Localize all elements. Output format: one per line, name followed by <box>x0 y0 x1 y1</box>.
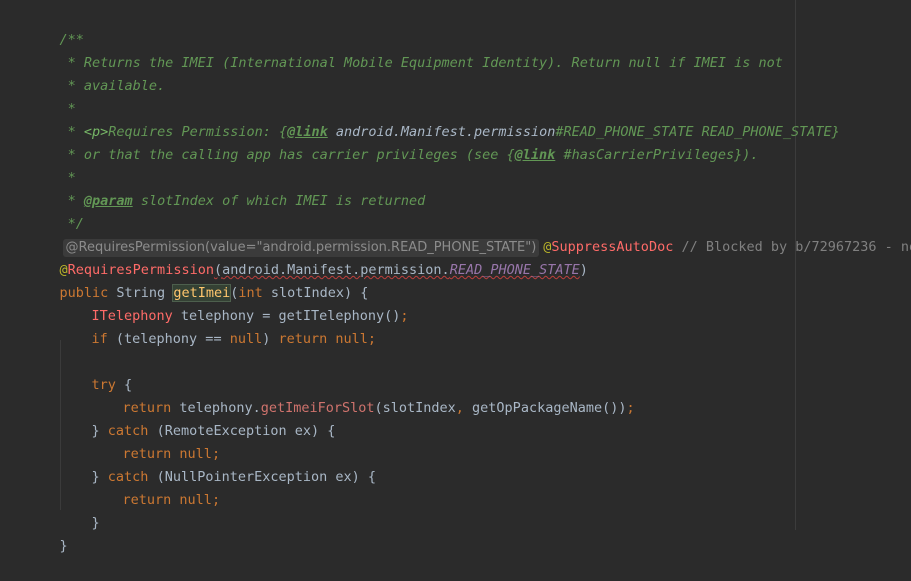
code-token: ) <box>579 262 588 278</box>
code-token: getOpPackageName()) <box>472 400 627 416</box>
code-token: ) <box>262 331 279 347</box>
doc-comment-text: * Returns the IMEI (International Mobile… <box>59 55 783 71</box>
keyword: return <box>278 331 336 347</box>
keyword: null <box>179 492 212 508</box>
code-token: (telephony == <box>115 331 230 347</box>
code-line-3[interactable]: * available. <box>27 52 166 94</box>
code-line-23[interactable]: } <box>27 512 68 554</box>
code-line-1[interactable]: /** <box>27 6 84 48</box>
code-token: ; <box>211 492 221 508</box>
code-token: (slotIndex <box>374 400 456 416</box>
keyword: if <box>91 331 116 347</box>
code-line-6[interactable]: * or that the calling app has carrier pr… <box>27 121 759 163</box>
code-editor[interactable]: /** * Returns the IMEI (International Mo… <box>0 0 911 554</box>
code-token: } <box>59 538 68 554</box>
code-line-5[interactable]: * <p>Requires Permission: {@link android… <box>27 98 840 140</box>
line-comment: // Blocked by b/72967236 - no s <box>673 239 911 255</box>
code-line-7[interactable]: * <box>27 144 76 186</box>
code-line-4[interactable]: * <box>27 75 76 117</box>
code-line-14[interactable]: if (telephony == null) return null; <box>59 305 377 347</box>
keyword: return <box>122 492 180 508</box>
code-line-22[interactable]: } <box>59 489 100 531</box>
code-line-11[interactable]: @RequiresPermission(android.Manifest.per… <box>27 236 588 278</box>
code-line-9[interactable]: */ <box>27 190 84 232</box>
code-token: } <box>91 515 100 531</box>
code-line-8[interactable]: * @param slotIndex of which IMEI is retu… <box>27 167 426 209</box>
code-token: , <box>455 400 473 416</box>
code-line-18[interactable]: } catch (RemoteException ex) { <box>59 397 336 439</box>
constant-reference[interactable]: READ_PHONE_STATE <box>450 262 580 278</box>
doc-link-tag[interactable]: @link <box>515 147 556 163</box>
doc-comment-text: * or that the calling app has carrier pr… <box>59 147 515 163</box>
keyword: null <box>335 331 368 347</box>
code-line-20[interactable]: } catch (NullPointerException ex) { <box>59 443 377 485</box>
doc-comment-text: #hasCarrierPrivileges}). <box>555 147 759 163</box>
code-line-13[interactable]: ITelephony telephony = getITelephony(); <box>59 282 409 324</box>
code-token: ; <box>626 400 635 416</box>
keyword: null <box>229 331 263 347</box>
code-token: ; <box>367 331 377 347</box>
right-margin-guide <box>795 0 796 530</box>
code-line-10[interactable]: @RequiresPermission(value="android.permi… <box>30 213 911 257</box>
doc-param-tag: @param <box>83 193 133 209</box>
code-line-19[interactable]: return null; <box>90 420 221 462</box>
code-line-12[interactable]: public String getImei(int slotIndex) { <box>27 259 368 302</box>
code-line-21[interactable]: return null; <box>90 466 221 508</box>
code-line-2[interactable]: * Returns the IMEI (International Mobile… <box>27 29 783 71</box>
code-token: ; <box>400 308 409 324</box>
doc-comment-text: slotIndex of which IMEI is returned <box>132 193 426 209</box>
code-line-16[interactable]: try { <box>59 351 133 393</box>
code-line-17[interactable]: return telephony.getImeiForSlot(slotInde… <box>90 374 635 416</box>
